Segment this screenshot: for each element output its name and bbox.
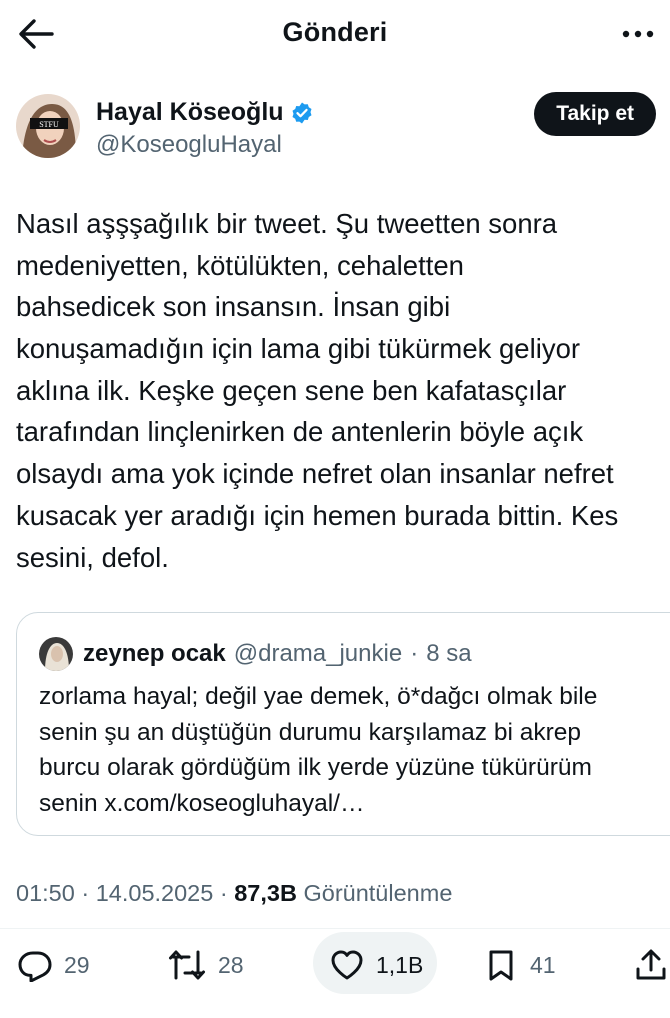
reply-count: 29 <box>64 951 90 978</box>
more-horizontal-icon[interactable] <box>620 20 656 48</box>
quoted-timestamp: 8 sa <box>426 640 472 667</box>
svg-text:STFU: STFU <box>39 120 59 129</box>
tweet-line: kusacak yer aradığı için hemen burada bi… <box>16 499 619 531</box>
meta-separator: · <box>213 880 235 906</box>
quoted-author-name[interactable]: zeynep ocak <box>83 640 226 668</box>
quoted-author-handle[interactable]: @drama_junkie <box>234 640 402 668</box>
reply-icon <box>18 951 52 982</box>
tweet-line: olsaydı ama yok içinde nefret olan insan… <box>16 458 614 490</box>
quoted-tweet[interactable]: zeynep ocak @drama_junkie · 8 sa zorlama… <box>16 612 670 836</box>
follow-button[interactable]: Takip et <box>534 92 656 136</box>
separator-dot: · <box>410 640 419 667</box>
meta-separator: · <box>74 880 96 906</box>
divider <box>0 928 670 929</box>
like-button[interactable]: 1,1B <box>330 935 423 995</box>
author-handle[interactable]: @KoseogluHayal <box>96 131 282 159</box>
quoted-line: senin x.com/koseogluhayal/… <box>39 789 365 817</box>
tweet-line: bahsedicek son insansın. İnsan gibi <box>16 291 451 323</box>
quoted-avatar[interactable] <box>39 637 73 671</box>
tweet-line: Nasıl aşşşağılık bir tweet. Şu tweetten … <box>16 208 558 239</box>
tweet-line: tarafından linçlenirken de antenlerin bö… <box>16 416 584 448</box>
avatar[interactable]: STFU <box>16 94 80 158</box>
quoted-line: burcu olarak gördüğüm ilk yerde yüzüne t… <box>39 754 592 781</box>
repost-icon <box>169 950 205 980</box>
page-title: Gönderi <box>282 17 388 47</box>
repost-count: 28 <box>218 951 244 978</box>
author-name[interactable]: Hayal Köseoğlu <box>96 98 284 127</box>
top-bar: Gönderi <box>0 0 670 68</box>
tweet-author: STFU Hayal Köseoğlu @KoseogluHayal Takip… <box>16 92 656 164</box>
bookmark-count: 41 <box>530 951 556 978</box>
share-icon <box>636 949 666 980</box>
tweet-line: medeniyetten, kötülükten, cehaletten <box>16 249 464 281</box>
tweet-text: Nasıl aşşşağılık bir tweet. Şu tweetten … <box>16 203 656 578</box>
bookmark-icon <box>489 950 513 981</box>
quoted-text: zorlama hayal; değil yae demek, ö*dağcı … <box>39 679 597 821</box>
like-count: 1,1B <box>376 951 424 978</box>
share-button[interactable] <box>634 935 668 995</box>
tweet-date: 14.05.2025 <box>95 880 214 906</box>
tweet-time: 01:50 <box>16 880 75 906</box>
tweet-line: aklına ilk. Keşke geçen sene ben kafatas… <box>16 374 567 406</box>
bookmark-button[interactable]: 41 <box>484 935 556 995</box>
quoted-line: senin şu an düştüğün durumu karşılamaz b… <box>39 718 582 746</box>
tweet-line: konuşamadığın için lama gibi tükürmek ge… <box>16 333 581 365</box>
quoted-line: zorlama hayal; değil yae demek, ö*dağcı … <box>39 683 598 710</box>
verified-badge-icon <box>290 101 314 125</box>
heart-icon <box>331 950 363 980</box>
tweet-line: sesini, defol. <box>16 541 169 573</box>
action-bar: 29 28 1,1B 41 <box>0 932 670 995</box>
views-count: 87,3B <box>234 880 297 906</box>
reply-button[interactable]: 29 <box>18 935 90 995</box>
views-label: Görüntülenme <box>296 880 453 906</box>
repost-button[interactable]: 28 <box>168 935 244 995</box>
tweet-meta: 01:50 · 14.05.2025 · 87,3B Görüntülenme <box>16 880 452 907</box>
